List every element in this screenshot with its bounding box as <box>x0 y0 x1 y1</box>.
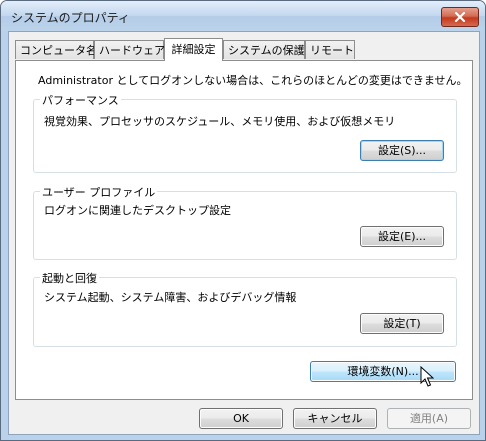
advanced-tab-panel: Administrator としてログオンしない場合は、これらのほとんどの変更は… <box>15 60 473 400</box>
admin-note: Administrator としてログオンしない場合は、これらのほとんどの変更は… <box>38 74 468 87</box>
startup-recovery-group: 起動と回復 システム起動、システム障害、およびデバッグ情報 設定(T) <box>33 270 457 347</box>
user-profile-description: ログオンに関連したデスクトップ設定 <box>44 204 231 217</box>
tab-hardware[interactable]: ハードウェア <box>94 40 165 59</box>
cancel-button[interactable]: キャンセル <box>293 408 377 429</box>
startup-recovery-group-label: 起動と回復 <box>40 270 99 286</box>
tab-computer-name[interactable]: コンピュータ名 <box>15 40 97 59</box>
close-button[interactable] <box>441 7 479 27</box>
ok-button[interactable]: OK <box>199 408 283 429</box>
apply-button[interactable]: 適用(A) <box>387 408 471 429</box>
user-profile-group: ユーザー プロファイル ログオンに関連したデスクトップ設定 設定(E)... <box>33 184 457 260</box>
performance-settings-button[interactable]: 設定(S)... <box>360 140 444 161</box>
window-title: システムのプロパティ <box>11 11 130 25</box>
tab-remote[interactable]: リモート <box>305 40 355 59</box>
startup-recovery-description: システム起動、システム障害、およびデバッグ情報 <box>44 291 297 304</box>
user-profile-settings-button[interactable]: 設定(E)... <box>360 226 444 247</box>
performance-group: パフォーマンス 視覚効果、プロセッサのスケジュール、メモリ使用、および仮想メモリ… <box>33 92 457 173</box>
environment-variables-button[interactable]: 環境変数(N)... <box>310 361 456 382</box>
tab-advanced[interactable]: 詳細設定 <box>164 38 223 61</box>
tab-system-protection[interactable]: システムの保護 <box>223 40 305 59</box>
performance-description: 視覚効果、プロセッサのスケジュール、メモリ使用、および仮想メモリ <box>44 115 396 128</box>
user-profile-group-label: ユーザー プロファイル <box>40 184 158 200</box>
dialog-client-area: コンピュータ名 ハードウェア 詳細設定 システムの保護 リモート Adminis… <box>8 31 480 435</box>
mouse-pointer-icon <box>420 366 434 387</box>
system-properties-window: システムのプロパティ コンピュータ名 ハードウェア 詳細設定 システムの保護 リ… <box>0 0 486 441</box>
title-bar[interactable]: システムのプロパティ <box>1 1 485 31</box>
close-icon <box>454 12 466 22</box>
performance-group-label: パフォーマンス <box>40 92 121 108</box>
startup-recovery-settings-button[interactable]: 設定(T) <box>360 313 444 334</box>
